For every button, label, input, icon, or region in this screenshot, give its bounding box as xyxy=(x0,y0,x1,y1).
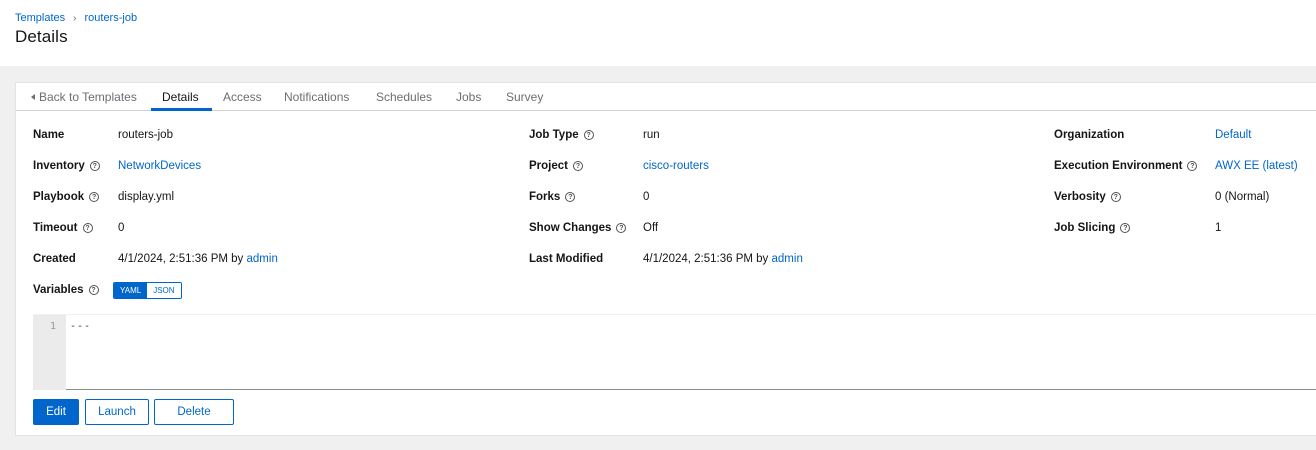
job-slicing-label-text: Job Slicing xyxy=(1054,222,1116,234)
execution-environment-label: Execution Environment? xyxy=(1054,160,1198,172)
inventory-label-text: Inventory xyxy=(33,160,85,172)
last-modified-user-link[interactable]: admin xyxy=(772,253,803,265)
show-changes-value: Off xyxy=(643,222,659,234)
name-value: routers-job xyxy=(118,129,173,141)
created-date: 4/1/2024, 2:51:36 PM by xyxy=(118,253,247,265)
variables-label-text: Variables xyxy=(33,284,84,296)
forks-label-text: Forks xyxy=(529,191,561,203)
playbook-label: Playbook? xyxy=(33,191,100,203)
help-icon[interactable]: ? xyxy=(89,192,100,202)
editor-content[interactable]: --- xyxy=(70,321,91,332)
inventory-label: Inventory? xyxy=(33,160,100,172)
inventory-link[interactable]: NetworkDevices xyxy=(118,160,201,172)
line-number: 1 xyxy=(49,321,56,332)
variables-format-toggle: YAML JSON xyxy=(113,282,182,299)
help-icon[interactable]: ? xyxy=(89,161,100,171)
last-modified-label-text: Last Modified xyxy=(529,253,604,265)
verbosity-value: 0 (Normal) xyxy=(1215,191,1270,203)
help-icon[interactable]: ? xyxy=(583,130,594,140)
job-type-value: run xyxy=(643,129,660,141)
created-label-text: Created xyxy=(33,253,76,265)
caret-left-icon xyxy=(31,94,35,100)
help-icon[interactable]: ? xyxy=(1187,161,1198,171)
job-type-label: Job Type? xyxy=(529,129,594,141)
active-tab-indicator xyxy=(151,108,212,111)
help-icon[interactable]: ? xyxy=(616,223,627,233)
breadcrumb-current-link[interactable]: routers-job xyxy=(84,12,137,24)
verbosity-label: Verbosity? xyxy=(1054,191,1121,203)
forks-label: Forks? xyxy=(529,191,576,203)
tab-details[interactable]: Details xyxy=(162,90,199,104)
tab-bar: Back to Templates Details Access Notific… xyxy=(16,83,1316,111)
help-icon[interactable]: ? xyxy=(1120,223,1131,233)
help-icon[interactable]: ? xyxy=(82,223,93,233)
created-by-user-link[interactable]: admin xyxy=(247,253,278,265)
created-label: Created xyxy=(33,253,76,265)
project-label-text: Project xyxy=(529,160,568,172)
created-value: 4/1/2024, 2:51:36 PM by admin xyxy=(118,253,278,265)
organization-label-text: Organization xyxy=(1054,129,1125,141)
show-changes-label-text: Show Changes xyxy=(529,222,612,234)
name-label: Name xyxy=(33,129,64,141)
launch-button[interactable]: Launch xyxy=(85,399,149,425)
breadcrumb-templates-link[interactable]: Templates xyxy=(15,12,65,24)
organization-label: Organization xyxy=(1054,129,1124,141)
json-toggle-button[interactable]: JSON xyxy=(147,283,181,298)
tab-access[interactable]: Access xyxy=(223,90,262,104)
tab-jobs[interactable]: Jobs xyxy=(456,90,481,104)
show-changes-label: Show Changes? xyxy=(529,222,627,234)
tab-back-label: Back to Templates xyxy=(39,90,137,104)
playbook-label-text: Playbook xyxy=(33,191,85,203)
help-icon[interactable]: ? xyxy=(565,192,576,202)
job-slicing-label: Job Slicing? xyxy=(1054,222,1131,234)
tab-notifications[interactable]: Notifications xyxy=(284,90,349,104)
page-title: Details xyxy=(15,27,68,46)
tab-back-to-templates[interactable]: Back to Templates xyxy=(31,90,137,104)
organization-link[interactable]: Default xyxy=(1215,129,1251,141)
editor-gutter: 1 xyxy=(33,315,66,390)
breadcrumb-separator-icon: › xyxy=(73,12,77,24)
last-modified-value: 4/1/2024, 2:51:36 PM by admin xyxy=(643,253,803,265)
tab-schedules[interactable]: Schedules xyxy=(376,90,432,104)
last-modified-date: 4/1/2024, 2:51:36 PM by xyxy=(643,253,772,265)
help-icon[interactable]: ? xyxy=(573,161,583,171)
breadcrumb: Templates › routers-job xyxy=(15,12,137,24)
timeout-label: Timeout? xyxy=(33,222,93,234)
last-modified-label: Last Modified xyxy=(529,253,603,265)
details-card: Back to Templates Details Access Notific… xyxy=(15,82,1316,436)
execution-environment-link[interactable]: AWX EE (latest) xyxy=(1215,160,1298,172)
edit-button[interactable]: Edit xyxy=(33,399,79,425)
variables-label: Variables? xyxy=(33,284,99,296)
execution-environment-label-text: Execution Environment xyxy=(1054,160,1183,172)
page-header: Templates › routers-job Details xyxy=(0,0,1316,66)
timeout-label-text: Timeout xyxy=(33,222,78,234)
tab-survey[interactable]: Survey xyxy=(506,90,543,104)
job-slicing-value: 1 xyxy=(1215,222,1222,234)
timeout-value: 0 xyxy=(118,222,125,234)
delete-button[interactable]: Delete xyxy=(154,399,234,425)
variables-code-editor[interactable]: 1 --- xyxy=(33,314,1316,390)
help-icon[interactable]: ? xyxy=(88,285,99,295)
name-label-text: Name xyxy=(33,129,65,141)
verbosity-label-text: Verbosity xyxy=(1054,191,1106,203)
project-label: Project? xyxy=(529,160,583,172)
help-icon[interactable]: ? xyxy=(1110,192,1121,202)
forks-value: 0 xyxy=(643,191,650,203)
job-type-label-text: Job Type xyxy=(529,129,579,141)
yaml-toggle-button[interactable]: YAML xyxy=(114,283,148,298)
project-link[interactable]: cisco-routers xyxy=(643,160,709,172)
playbook-value: display.yml xyxy=(118,191,175,203)
